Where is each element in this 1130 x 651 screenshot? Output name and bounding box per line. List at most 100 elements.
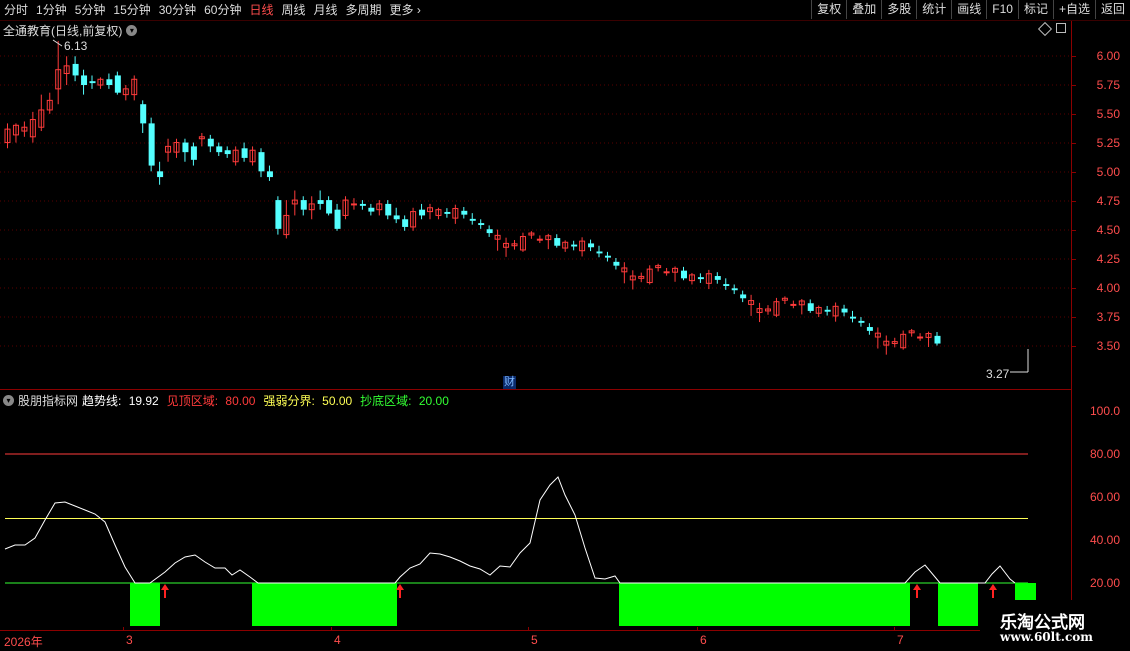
candle-body-down: [486, 229, 493, 234]
price-tick: 4.50: [1096, 223, 1120, 237]
candle-body-down: [461, 210, 468, 215]
candle-body-up: [663, 271, 670, 274]
candle-body-down: [317, 200, 324, 204]
candle-body-down: [866, 327, 873, 331]
candle-body-down: [334, 209, 341, 229]
candle-body-down: [858, 320, 865, 323]
price-tick: 5.75: [1096, 78, 1120, 92]
candle-body-down: [148, 123, 155, 166]
candle-body-down: [588, 243, 595, 248]
date-label: 3: [126, 633, 133, 647]
chevron-down-icon[interactable]: ▾: [3, 394, 14, 406]
candle-body-down: [841, 308, 848, 313]
date-label: 6: [700, 633, 707, 647]
price-tick: 3.50: [1096, 339, 1120, 353]
date-tickmark: [331, 627, 332, 631]
price-tick: 3.75: [1096, 310, 1120, 324]
panel-separator: [0, 389, 1072, 390]
date-tickmark: [697, 627, 698, 631]
candle-body-down: [824, 309, 831, 312]
candle-body-down: [326, 200, 333, 214]
candle-body-down: [697, 277, 704, 280]
indicator-header: ▾ 股朋指标网 趋势线: 19.92 见顶区域: 80.00 强弱分界: 50.…: [0, 392, 457, 408]
candle-body-down: [740, 294, 747, 299]
price-tick: 5.50: [1096, 107, 1120, 121]
mid-zone-label: 强弱分界: 50.00: [263, 393, 353, 408]
indicator-tick: 80.00: [1089, 447, 1120, 461]
price-tick: 6.00: [1096, 49, 1120, 63]
candle-body-down: [106, 79, 113, 86]
price-tickmark: [1072, 230, 1076, 231]
price-tickmark: [1072, 201, 1076, 202]
buy-arrow-icon: [989, 584, 997, 590]
candle-body-down: [368, 207, 375, 212]
price-tick: 5.00: [1096, 165, 1120, 179]
price-tickmark: [1072, 259, 1076, 260]
price-tickmark: [1072, 143, 1076, 144]
watermark: 乐淘公式网 www.60lt.com: [980, 600, 1116, 646]
candle-body-down: [275, 200, 282, 229]
low-price-label: 3.27: [986, 367, 1010, 381]
candle-body-down: [419, 209, 426, 216]
candle-body-down: [681, 270, 687, 279]
price-tickmark: [1072, 85, 1076, 86]
candle-body-down: [402, 219, 409, 227]
candle-body-up: [790, 303, 797, 306]
price-tickmark: [1072, 317, 1076, 318]
price-tickmark: [1072, 172, 1076, 173]
date-tickmark: [894, 627, 895, 631]
watermark-url: www.60lt.com: [1000, 630, 1093, 644]
candle-body-down: [182, 142, 189, 153]
candle-body-down: [89, 81, 96, 84]
candle-body-down: [157, 171, 164, 178]
indicator-tick: 40.00: [1089, 533, 1120, 547]
candle-body-down: [469, 218, 476, 221]
candle-body-down: [934, 335, 941, 344]
candle-body-down: [714, 276, 721, 280]
price-tick: 4.75: [1096, 194, 1120, 208]
date-tickmark: [123, 627, 124, 631]
date-label: 7: [897, 633, 904, 647]
candle-body-down: [359, 203, 366, 206]
indicator-tick: 60.00: [1089, 490, 1120, 504]
candle-body-down: [216, 146, 223, 153]
candle-body-down: [266, 171, 273, 178]
price-tickmark: [1072, 288, 1076, 289]
candle-body-down: [72, 63, 79, 76]
high-price-label: 6.13: [64, 39, 88, 53]
candle-body-down: [571, 244, 578, 247]
price-axis: 6.00 5.75 5.50 5.25 5.00 4.75 4.50 4.25 4.00 3.75…: [1071, 21, 1130, 389]
price-tick: 4.25: [1096, 252, 1120, 266]
buy-arrow-icon: [396, 584, 404, 590]
candle-body-down: [850, 316, 856, 319]
date-label: 2026年: [4, 635, 43, 649]
candle-body-down: [444, 211, 451, 214]
bottom-zone-label: 抄底区域: 20.00: [360, 393, 449, 408]
candle-body-down: [393, 215, 400, 220]
candle-body-down: [224, 150, 231, 155]
date-label: 5: [531, 633, 538, 647]
candle-body-down: [190, 146, 197, 160]
kline-chart: 6.13 3.27: [0, 39, 1072, 626]
price-tickmark: [1072, 346, 1076, 347]
candle-body-down: [300, 200, 307, 210]
candle-body-down: [807, 303, 814, 311]
indicator-tick: 100.0: [1089, 404, 1120, 418]
candle-body-up: [917, 336, 924, 339]
candle-body-down: [207, 138, 214, 147]
bottom-zone-block: [938, 583, 978, 626]
candle-body-down: [114, 75, 121, 93]
date-label: 4: [334, 633, 341, 647]
price-tick: 4.00: [1096, 281, 1120, 295]
finance-badge[interactable]: 财: [503, 376, 516, 389]
top-zone-label: 见顶区域: 80.00: [166, 393, 256, 408]
bottom-zone-block: [252, 583, 397, 626]
trend-line: [4, 476, 1016, 584]
high-pointer: [52, 39, 63, 47]
candle-body-down: [140, 104, 147, 124]
candle-body-up: [350, 203, 357, 206]
candle-body-down: [385, 203, 392, 216]
candle-body-down: [241, 148, 248, 158]
candle-body-down: [604, 255, 611, 258]
price-tickmark: [1072, 114, 1076, 115]
